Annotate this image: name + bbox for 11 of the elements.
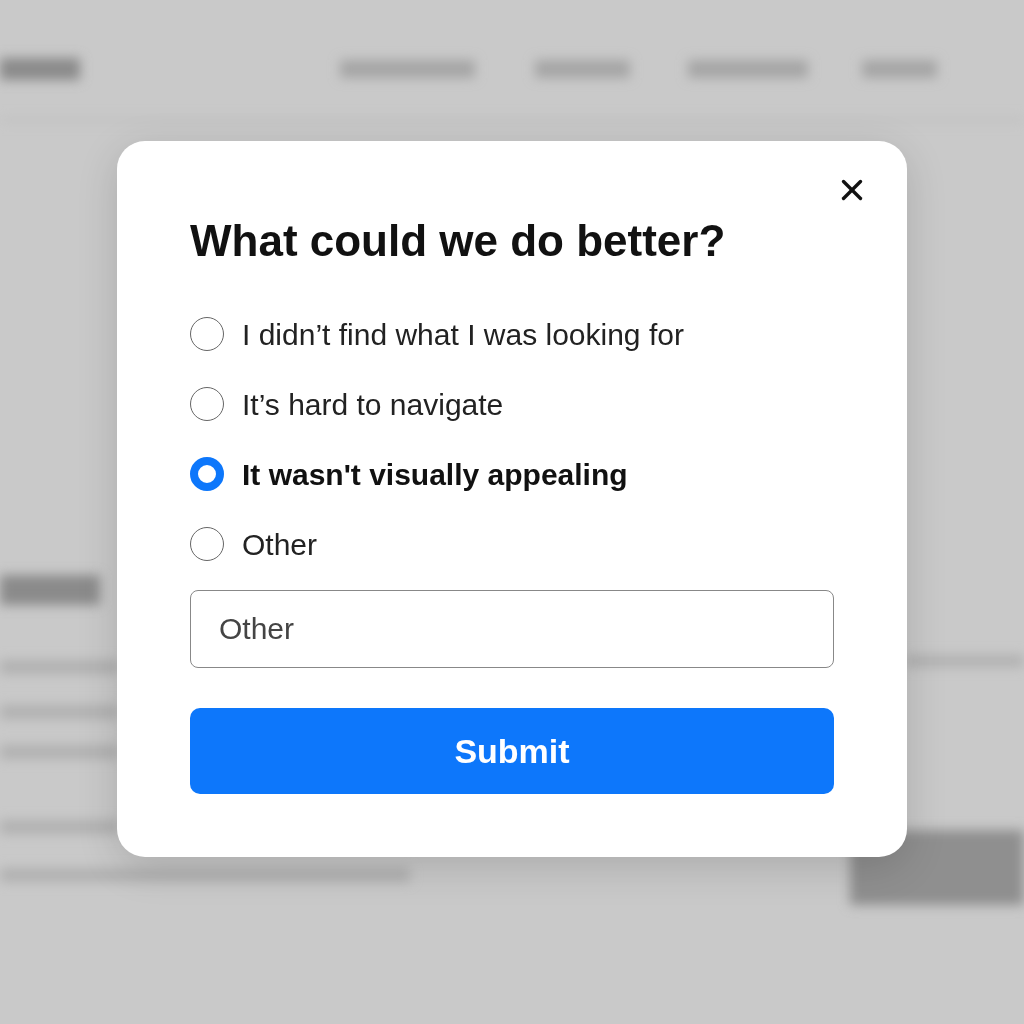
radio-button[interactable] [190, 457, 224, 491]
radio-button[interactable] [190, 317, 224, 351]
other-input-field[interactable]: Other [190, 590, 834, 668]
option-label: I didn’t find what I was looking for [242, 316, 684, 353]
radio-button[interactable] [190, 527, 224, 561]
dialog-title: What could we do better? [190, 215, 727, 267]
submit-button[interactable]: Submit [190, 708, 834, 794]
radio-button[interactable] [190, 387, 224, 421]
option-label: Other [242, 526, 318, 563]
option-label: It wasn't visually appealing [242, 456, 628, 493]
option-label: It’s hard to navigate [242, 386, 504, 423]
